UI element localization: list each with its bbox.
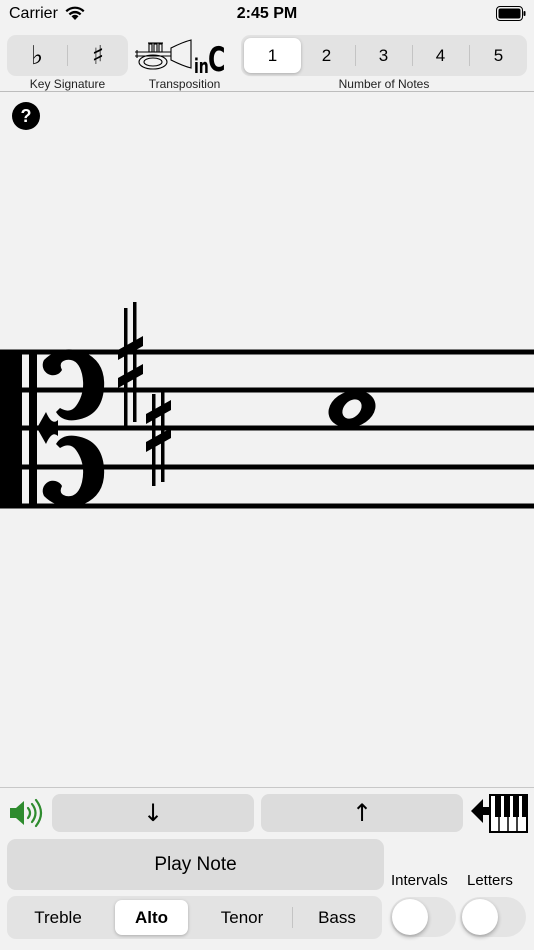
trumpet-icon — [135, 39, 192, 70]
sharp-icon — [118, 302, 143, 428]
sharp-icon — [146, 390, 171, 486]
staff-lines — [0, 349, 534, 509]
toolbar-divider — [0, 91, 534, 92]
clef-option-tenor[interactable]: Tenor — [197, 896, 287, 939]
piano-keyboard-icon[interactable] — [471, 794, 529, 834]
number-of-notes-caption: Number of Notes — [338, 77, 430, 91]
number-of-notes-control: 1 2 3 4 5 — [241, 35, 527, 76]
status-time: 2:45 PM — [236, 5, 298, 22]
status-bar: Carrier 2:45 PM — [0, 0, 534, 30]
clef-option-treble[interactable]: Treble — [13, 896, 103, 939]
notes-option-5[interactable]: 5 — [470, 35, 527, 76]
sharp-key-button[interactable]: ♯ — [68, 35, 128, 76]
help-button[interactable]: ? — [12, 102, 40, 130]
clef-option-bass[interactable]: Bass — [292, 896, 382, 939]
notes-option-1[interactable]: 1 — [244, 38, 301, 73]
controls-divider — [0, 787, 534, 788]
note-up-button[interactable]: ↑ — [261, 794, 463, 832]
toggle-knob — [462, 899, 498, 935]
toggle-knob — [392, 899, 428, 935]
key-signature-caption: Key Signature — [29, 77, 106, 91]
speaker-icon[interactable] — [8, 797, 44, 829]
flat-key-button[interactable]: ♭ — [7, 35, 67, 76]
clef-option-alto[interactable]: Alto — [115, 900, 188, 935]
battery-icon — [496, 6, 526, 21]
key-signature-control: ♭ ♯ — [7, 35, 128, 76]
notes-option-2[interactable]: 2 — [298, 35, 355, 76]
transposition-button[interactable]: in C — [133, 36, 233, 80]
note-down-button[interactable]: ↓ — [52, 794, 254, 832]
key-signature-sharps — [118, 302, 171, 486]
letters-label: Letters — [467, 872, 513, 889]
notes-option-3[interactable]: 3 — [355, 35, 412, 76]
intervals-label: Intervals — [391, 872, 448, 889]
music-staff — [0, 302, 534, 509]
letters-toggle[interactable] — [460, 897, 526, 937]
play-note-button[interactable]: Play Note — [7, 839, 384, 890]
intervals-toggle[interactable] — [390, 897, 456, 937]
notes-option-4[interactable]: 4 — [412, 35, 469, 76]
transposition-caption: Transposition — [148, 77, 221, 91]
clef-control: Treble Alto Tenor Bass — [7, 896, 382, 939]
